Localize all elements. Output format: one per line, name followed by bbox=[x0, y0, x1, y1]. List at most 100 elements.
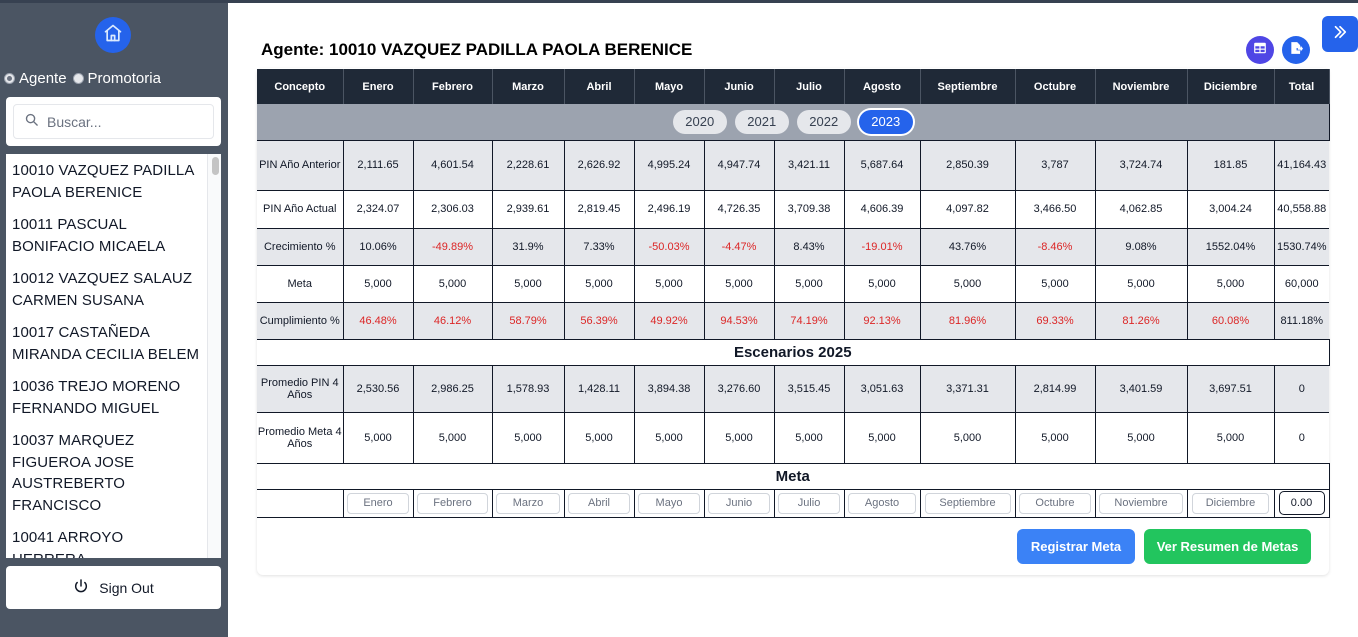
radio-promotoria-label[interactable]: Promotoria bbox=[88, 70, 161, 87]
meta-month-input[interactable]: Abril bbox=[568, 492, 630, 514]
table-cell: 8.43% bbox=[774, 228, 845, 266]
scrollbar-thumb[interactable] bbox=[212, 157, 219, 175]
agent-list-item[interactable]: 10036 TREJO MORENO FERNANDO MIGUEL bbox=[6, 370, 206, 424]
column-header: Diciembre bbox=[1187, 69, 1275, 104]
table-cell: 5,000 bbox=[564, 265, 635, 303]
meta-month-input[interactable]: Junio bbox=[708, 492, 770, 514]
agent-list-item[interactable]: 10011 PASCUAL BONIFACIO MICAELA bbox=[6, 208, 206, 262]
table-row: Crecimiento % 10.06% -49.89% 31.9% 7.33% -50.… bbox=[257, 228, 1329, 266]
search-input[interactable] bbox=[47, 113, 207, 130]
meta-month-input[interactable]: Marzo bbox=[496, 492, 560, 514]
mode-selector: Agente Promotoria bbox=[4, 70, 167, 87]
table-cell: 5,000 bbox=[564, 412, 635, 464]
radio-agente[interactable] bbox=[4, 73, 15, 84]
sign-out-label: Sign Out bbox=[99, 579, 154, 596]
table-cell: 5,000 bbox=[704, 265, 775, 303]
table-cell: 5,000 bbox=[492, 412, 565, 464]
meta-input-cell: Abril bbox=[564, 489, 635, 518]
table-cell: 43.76% bbox=[920, 228, 1016, 266]
meta-month-input[interactable]: Mayo bbox=[638, 492, 700, 514]
home-button[interactable] bbox=[95, 17, 131, 53]
column-header: Octubre bbox=[1015, 69, 1096, 104]
table-cell: 2,939.61 bbox=[492, 190, 565, 229]
table-cell: 46.48% bbox=[343, 302, 414, 340]
table-cell: 5,000 bbox=[920, 265, 1016, 303]
column-header: Total bbox=[1274, 69, 1330, 104]
meta-month-input[interactable]: Noviembre bbox=[1099, 492, 1183, 514]
meta-month-input[interactable]: Agosto bbox=[848, 492, 916, 514]
table-cell: 4,097.82 bbox=[920, 190, 1016, 229]
radio-promotoria[interactable] bbox=[72, 73, 84, 84]
double-chevron-right-icon bbox=[1331, 23, 1349, 46]
radio-agente-label[interactable]: Agente bbox=[19, 70, 67, 87]
table-cell: 41,164.43 bbox=[1274, 140, 1329, 191]
meta-month-input[interactable]: Julio bbox=[778, 492, 840, 514]
table-cell: 1,428.11 bbox=[564, 365, 635, 413]
register-goal-button[interactable]: Registrar Meta bbox=[1017, 529, 1135, 564]
meta-month-input[interactable]: Octubre bbox=[1019, 492, 1091, 514]
table-cell: 3,515.45 bbox=[774, 365, 845, 413]
row-label: Meta bbox=[257, 265, 344, 303]
agent-list-item[interactable]: 10012 VAZQUEZ SALAUZ CARMEN SUSANA bbox=[6, 262, 206, 316]
agent-list-scrollbar[interactable] bbox=[207, 154, 221, 558]
meta-input-cell: Agosto bbox=[844, 489, 921, 518]
row-label: PIN Año Actual bbox=[257, 190, 344, 229]
agent-list: 10010 VAZQUEZ PADILLA PAOLA BERENICE 100… bbox=[6, 154, 221, 558]
table-cell: 5,000 bbox=[704, 412, 775, 464]
meta-month-input[interactable]: Diciembre bbox=[1192, 492, 1269, 514]
table-cell: 60.08% bbox=[1187, 302, 1275, 340]
column-header: Septiembre bbox=[920, 69, 1016, 104]
row-label: Promedio PIN 4 Años bbox=[257, 365, 344, 413]
table-cell: 2,814.99 bbox=[1015, 365, 1096, 413]
row-label: Promedio Meta 4 Años bbox=[257, 412, 344, 464]
table-cell: 5,000 bbox=[634, 265, 705, 303]
agent-list-item[interactable]: 10010 VAZQUEZ PADILLA PAOLA BERENICE bbox=[6, 154, 206, 208]
table-cell: 4,947.74 bbox=[704, 140, 775, 191]
table-cell: 3,697.51 bbox=[1187, 365, 1275, 413]
meta-month-input[interactable]: Febrero bbox=[417, 492, 488, 514]
year-selector-cell: 2020 2021 2022 2023 bbox=[257, 104, 1330, 141]
agent-list-item[interactable]: 10017 CASTAÑEDA MIRANDA CECILIA BELEM bbox=[6, 316, 206, 370]
expand-panel-button[interactable] bbox=[1322, 16, 1358, 52]
search-box[interactable] bbox=[13, 104, 214, 139]
table-cell: 3,724.74 bbox=[1095, 140, 1188, 191]
meta-total-field[interactable]: 0.00 bbox=[1278, 491, 1325, 515]
table-row: Cumplimiento % 46.48% 46.12% 58.79% 56.39% 49… bbox=[257, 302, 1329, 340]
table-cell: 1530.74% bbox=[1274, 228, 1329, 266]
table-cell: 5,000 bbox=[343, 265, 414, 303]
table-cell: 2,228.61 bbox=[492, 140, 565, 191]
agent-list-item[interactable]: 10041 ARROYO HERRERA bbox=[6, 521, 206, 558]
sidebar: Agente Promotoria 10010 VAZQUEZ PADILLA … bbox=[0, 3, 228, 637]
meta-title: Meta bbox=[257, 463, 1330, 490]
meta-month-input[interactable]: Enero bbox=[347, 492, 409, 514]
table-cell: 5,000 bbox=[413, 265, 493, 303]
meta-month-input[interactable]: Septiembre bbox=[924, 492, 1011, 514]
meta-input-cell: Enero bbox=[343, 489, 414, 518]
table-row: PIN Año Actual 2,324.07 2,306.03 2,939.61 2,… bbox=[257, 190, 1329, 229]
table-cell: 4,062.85 bbox=[1095, 190, 1188, 229]
year-button-2022[interactable]: 2022 bbox=[796, 109, 851, 134]
table-cell: 74.19% bbox=[774, 302, 845, 340]
view-goals-summary-button[interactable]: Ver Resumen de Metas bbox=[1144, 529, 1311, 564]
year-button-2021[interactable]: 2021 bbox=[734, 109, 789, 134]
table-cell: 5,000 bbox=[1015, 265, 1096, 303]
table-cell: 3,894.38 bbox=[634, 365, 705, 413]
year-button-2020[interactable]: 2020 bbox=[672, 109, 727, 134]
table-cell: 0 bbox=[1274, 412, 1329, 464]
agent-list-item[interactable]: 10037 MARQUEZ FIGUEROA JOSE AUSTREBERTO … bbox=[6, 424, 206, 521]
table-view-button[interactable] bbox=[1246, 36, 1274, 64]
table-cell: 5,000 bbox=[774, 265, 845, 303]
power-icon bbox=[73, 578, 99, 597]
scenario-row: Promedio PIN 4 Años 2,530.56 2,986.25 1,578… bbox=[257, 365, 1329, 413]
table-cell: 4,726.35 bbox=[704, 190, 775, 229]
table-cell: 5,000 bbox=[1095, 265, 1188, 303]
table-cell: 2,819.45 bbox=[564, 190, 635, 229]
export-button[interactable] bbox=[1282, 36, 1310, 64]
table-cell: 2,111.65 bbox=[343, 140, 414, 191]
sign-out-button[interactable]: Sign Out bbox=[6, 566, 221, 609]
table-cell: 81.26% bbox=[1095, 302, 1188, 340]
year-button-2023[interactable]: 2023 bbox=[858, 109, 913, 134]
meta-input-cell: Mayo bbox=[634, 489, 705, 518]
agent-title: Agente: 10010 VAZQUEZ PADILLA PAOLA BERE… bbox=[261, 40, 693, 59]
table-cell: 5,687.64 bbox=[844, 140, 921, 191]
